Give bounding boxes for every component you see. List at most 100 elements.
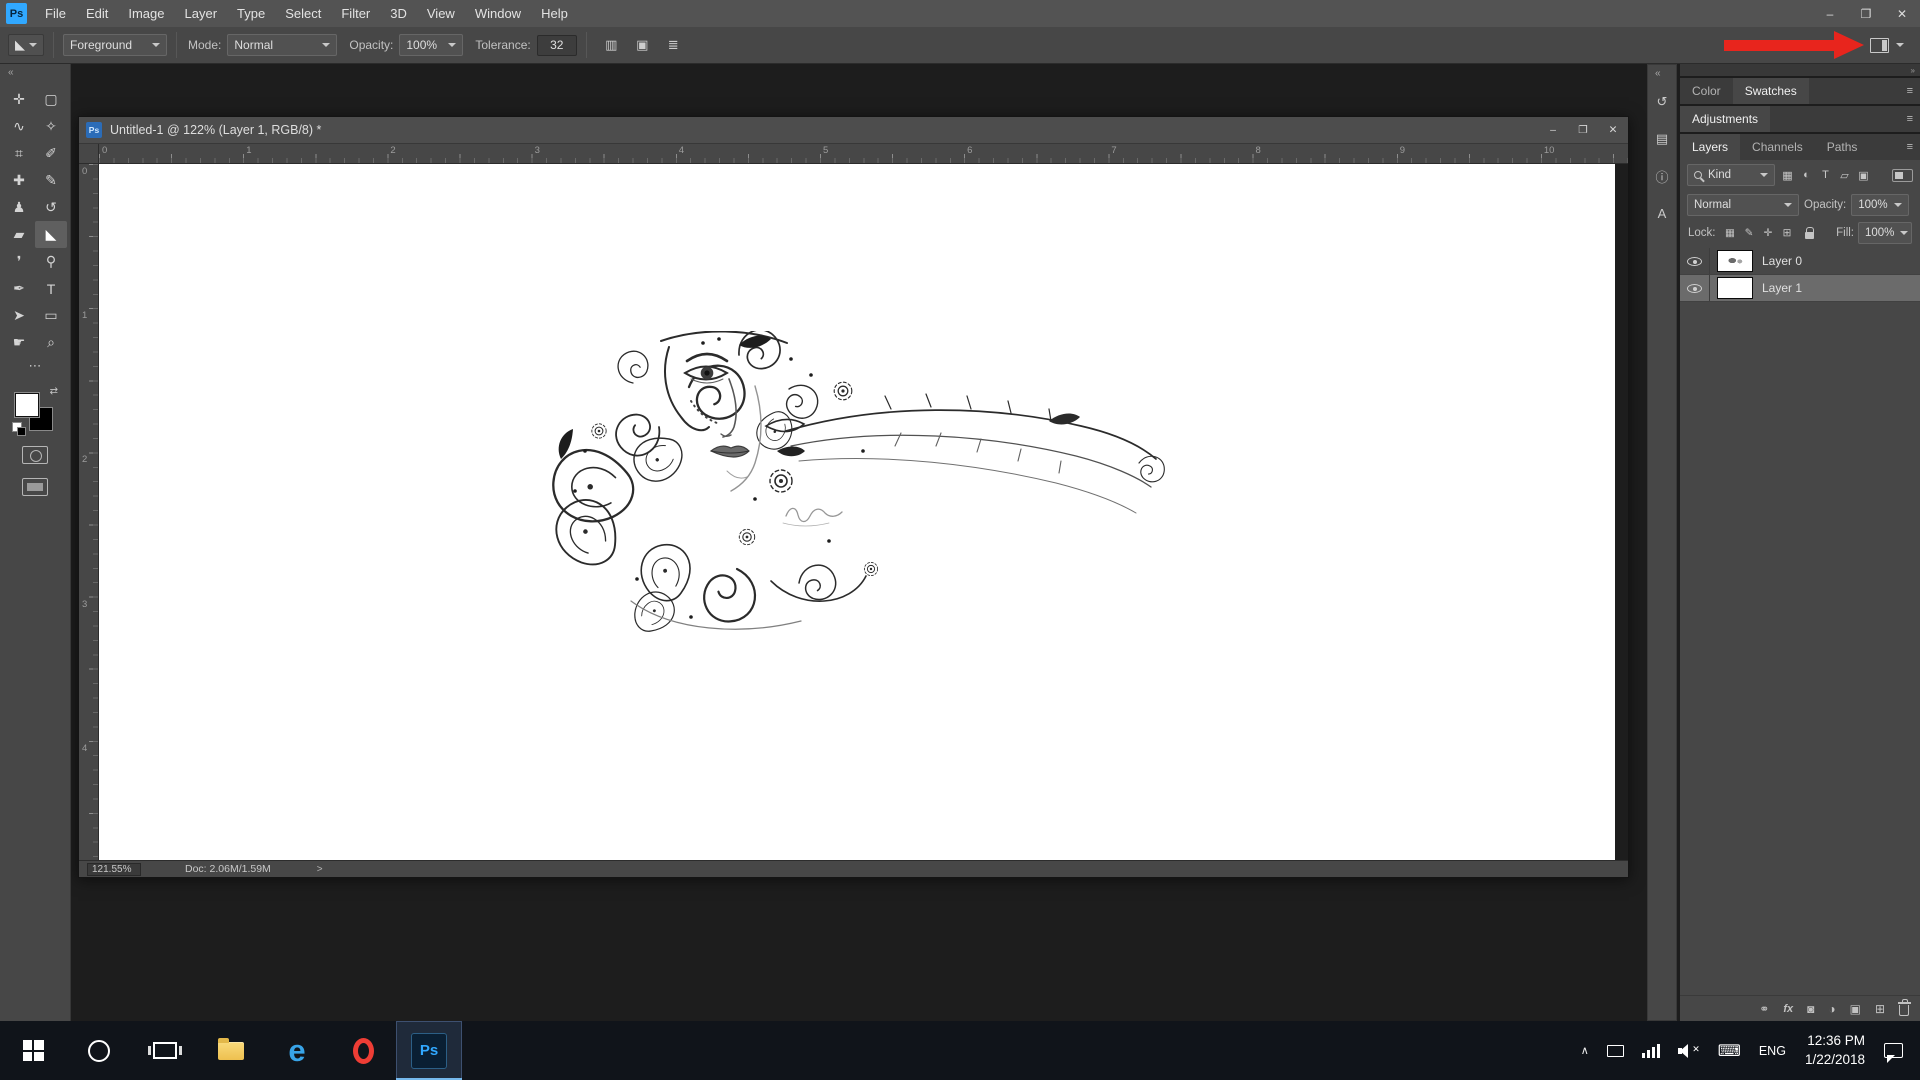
taskbar-clock[interactable]: 12:36 PM 1/22/2018 <box>1795 1032 1875 1068</box>
marquee-tool[interactable]: ▢ <box>35 86 67 113</box>
eraser-tool[interactable]: ▰ <box>3 221 35 248</box>
menu-item[interactable]: Filter <box>331 0 380 27</box>
hand-tool[interactable]: ☛ <box>3 329 35 356</box>
lock-artboard-icon[interactable]: ⊞ <box>1780 225 1795 241</box>
dodge-tool[interactable]: ⚲ <box>35 248 67 275</box>
panel-menu-icon[interactable]: ≡ <box>1907 141 1913 153</box>
tray-overflow-icon[interactable]: ∧ <box>1572 1044 1598 1057</box>
visibility-toggle[interactable] <box>1680 248 1710 274</box>
path-selection-tool[interactable]: ➤ <box>3 302 35 329</box>
quick-selection-tool[interactable]: ✧ <box>35 113 67 140</box>
move-tool[interactable]: ✛ <box>3 86 35 113</box>
menu-item[interactable]: Edit <box>76 0 118 27</box>
expand-dock-icon[interactable]: « <box>1648 65 1676 83</box>
filter-adjustment-icon[interactable]: ◐ <box>1797 165 1816 185</box>
layer-name[interactable]: Layer 1 <box>1762 281 1802 295</box>
layer-style-icon[interactable]: fx <box>1783 1003 1793 1015</box>
zoom-tool[interactable]: ⌕ <box>35 329 67 356</box>
menu-item[interactable]: Select <box>275 0 331 27</box>
filter-smart-object-icon[interactable]: ▣ <box>1854 165 1873 185</box>
filter-toggle-switch[interactable] <box>1892 168 1913 182</box>
filter-type-icon[interactable]: T <box>1816 165 1835 185</box>
blur-tool[interactable]: ❜ <box>3 248 35 275</box>
info-panel-icon[interactable]: ⓘ <box>1651 165 1673 187</box>
panel-menu-icon[interactable]: ≡ <box>1907 113 1913 125</box>
status-options-chevron[interactable]: > <box>317 864 323 875</box>
link-layers-icon[interactable]: ⚭ <box>1759 1002 1769 1016</box>
language-indicator[interactable]: ENG <box>1750 1044 1795 1058</box>
close-button[interactable]: ✕ <box>1884 0 1920 27</box>
filter-shape-icon[interactable]: ▱ <box>1835 165 1854 185</box>
doc-minimize-button[interactable]: – <box>1538 117 1568 143</box>
lock-all-icon[interactable] <box>1802 225 1817 241</box>
tool-preset-picker[interactable]: ◣ <box>8 34 44 56</box>
menu-item[interactable]: 3D <box>380 0 417 27</box>
layer-thumbnail[interactable] <box>1717 250 1753 272</box>
adjustment-layer-icon[interactable]: ◑ <box>1828 1002 1835 1016</box>
lock-position-icon[interactable]: ✛ <box>1761 225 1776 241</box>
lock-pixels-icon[interactable]: ✎ <box>1742 225 1757 241</box>
edit-toolbar-icon[interactable]: ⋯ <box>3 358 67 374</box>
layer-row-layer-1[interactable]: Layer 1 <box>1680 275 1920 302</box>
minimize-button[interactable]: – <box>1812 0 1848 27</box>
anti-alias-icon[interactable]: ▥ <box>598 34 625 57</box>
cortana-button[interactable] <box>66 1021 132 1080</box>
tab-channels[interactable]: Channels <box>1740 134 1815 160</box>
healing-brush-tool[interactable]: ✚ <box>3 167 35 194</box>
chevron-down-icon[interactable] <box>1896 43 1904 51</box>
paint-bucket-tool[interactable]: ◣ <box>35 221 67 248</box>
layer-group-icon[interactable]: ▣ <box>1850 1002 1861 1016</box>
lock-transparency-icon[interactable]: ▦ <box>1723 225 1738 241</box>
all-layers-icon[interactable]: ≣ <box>660 34 687 57</box>
tab-swatches[interactable]: Swatches <box>1732 78 1809 104</box>
swap-colors-icon[interactable]: ⇄ <box>50 386 58 397</box>
quick-mask-icon[interactable] <box>22 446 48 464</box>
tolerance-input[interactable] <box>536 34 577 56</box>
ruler-origin-corner[interactable] <box>79 144 99 164</box>
tab-layers[interactable]: Layers <box>1680 134 1741 160</box>
horizontal-ruler[interactable]: 0 1 2 3 4 5 6 7 8 9 10 <box>99 144 1628 164</box>
collapse-dock-icon[interactable]: » <box>1911 66 1915 75</box>
layer-name[interactable]: Layer 0 <box>1762 254 1802 268</box>
contiguous-icon[interactable]: ▣ <box>629 34 656 57</box>
visibility-toggle[interactable] <box>1680 275 1710 301</box>
kind-filter-select[interactable]: Kind <box>1687 164 1775 186</box>
filter-pixel-icon[interactable]: ▦ <box>1778 165 1797 185</box>
pen-tool[interactable]: ✒ <box>3 275 35 302</box>
default-colors-icon[interactable] <box>12 422 26 436</box>
new-layer-icon[interactable]: ⊞ <box>1875 1002 1885 1016</box>
menu-item[interactable]: Image <box>118 0 174 27</box>
network-icon[interactable] <box>1633 1043 1669 1058</box>
blend-mode-select[interactable]: Normal <box>1687 194 1799 216</box>
menu-item[interactable]: Type <box>227 0 275 27</box>
character-panel-icon[interactable]: A <box>1651 202 1673 224</box>
delete-layer-icon[interactable] <box>1897 999 1911 1016</box>
start-button[interactable] <box>0 1021 66 1080</box>
history-panel-icon[interactable]: ↺ <box>1651 91 1673 113</box>
menu-item[interactable]: Help <box>531 0 578 27</box>
canvas[interactable] <box>99 164 1615 862</box>
doc-maximize-button[interactable]: ❐ <box>1568 117 1598 143</box>
workspace-switcher-icon[interactable] <box>1870 37 1889 53</box>
tab-adjustments[interactable]: Adjustments <box>1680 106 1771 132</box>
menu-item[interactable]: Layer <box>175 0 228 27</box>
panel-menu-icon[interactable]: ≡ <box>1907 85 1913 97</box>
tab-paths[interactable]: Paths <box>1815 134 1870 160</box>
tab-color[interactable]: Color <box>1680 78 1733 104</box>
layer-row-layer-0[interactable]: Layer 0 <box>1680 248 1920 275</box>
toolbar-collapse-icon[interactable]: « <box>0 64 70 82</box>
crop-tool[interactable]: ⌗ <box>3 140 35 167</box>
opera-button[interactable] <box>330 1021 396 1080</box>
properties-panel-icon[interactable]: ▤ <box>1651 128 1673 150</box>
photoshop-taskbar-button[interactable]: Ps <box>396 1021 462 1080</box>
mode-select[interactable]: Normal <box>227 34 338 56</box>
layer-thumbnail[interactable] <box>1717 277 1753 299</box>
volume-muted-icon[interactable]: ✕ <box>1669 1043 1709 1059</box>
menu-item[interactable]: Window <box>465 0 531 27</box>
opacity-select[interactable]: 100% <box>399 34 464 56</box>
zoom-level-field[interactable]: 121.55% <box>87 862 141 876</box>
layer-mask-icon[interactable]: ◙ <box>1807 1002 1814 1016</box>
rectangle-tool[interactable]: ▭ <box>35 302 67 329</box>
eyedropper-tool[interactable]: ✐ <box>35 140 67 167</box>
vertical-ruler[interactable]: 0 1 2 3 4 <box>79 164 99 860</box>
